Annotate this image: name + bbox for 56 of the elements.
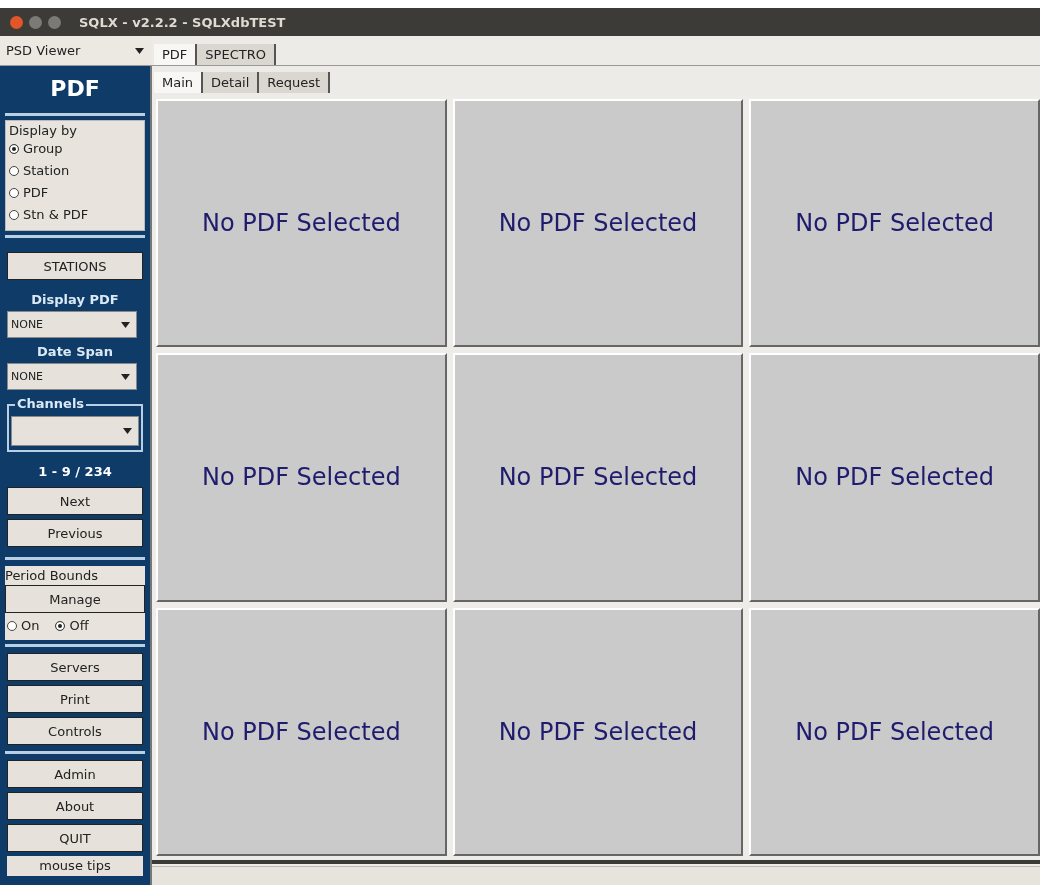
radio-button[interactable]: Off [55, 615, 89, 637]
tab[interactable]: SPECTRO [197, 44, 276, 65]
radio-button[interactable]: Stn & PDF [9, 204, 89, 226]
sidebar-heading: PDF [49, 75, 101, 103]
radio-indicator-icon[interactable] [9, 144, 19, 154]
dropdown[interactable]: NONE [7, 363, 137, 390]
plot-panel: No PDF Selected [749, 607, 1040, 856]
field-label: Display PDF [30, 291, 120, 309]
dropdown[interactable]: NONE [7, 311, 137, 338]
nav-button[interactable]: Previous [7, 519, 143, 547]
sidebar-button[interactable]: Print [7, 685, 143, 713]
minimize-icon[interactable] [29, 15, 42, 29]
tab[interactable]: Request [259, 72, 331, 93]
plot-panel: No PDF Selected [452, 353, 744, 602]
caret-icon [121, 373, 130, 380]
radio-button[interactable]: On [7, 615, 40, 637]
radio-button[interactable]: Group [9, 138, 63, 160]
radio-button[interactable]: PDF [9, 182, 49, 204]
page-range: 1 - 9 / 234 [37, 463, 113, 481]
plot-panel: No PDF Selected [452, 99, 744, 348]
sidebar-button[interactable]: QUIT [7, 824, 143, 852]
sidebar-button[interactable]: Admin [7, 760, 143, 788]
tab[interactable]: Detail [203, 72, 260, 93]
nav-button[interactable]: Next [7, 487, 143, 515]
caret-icon [135, 47, 144, 54]
plot-panel: No PDF Selected [452, 607, 744, 856]
sidebar-button[interactable]: Servers [7, 653, 143, 681]
group-title: Channels [15, 396, 87, 411]
plot-panel: No PDF Selected [156, 607, 447, 856]
radio-indicator-icon[interactable] [9, 210, 19, 220]
manage-button[interactable]: Manage [5, 585, 145, 613]
group-title: Display by [9, 123, 78, 138]
plot-panel: No PDF Selected [749, 99, 1040, 348]
maximize-icon[interactable] [48, 15, 61, 29]
radio-indicator-icon[interactable] [7, 621, 17, 631]
sidebar-button[interactable]: About [7, 792, 143, 820]
caret-icon [121, 321, 130, 328]
dropdown[interactable] [11, 416, 139, 446]
plot-panel: No PDF Selected [156, 99, 447, 348]
radio-indicator-icon[interactable] [55, 621, 66, 631]
viewer-dropdown[interactable]: PSD Viewer [0, 36, 152, 66]
field-label: Date Span [36, 343, 114, 361]
radio-indicator-icon[interactable] [9, 166, 19, 176]
window-title: SQLX - v2.2.2 - SQLXdbTEST [79, 14, 286, 30]
tab[interactable]: Main [154, 72, 204, 93]
plot-panel: No PDF Selected [156, 353, 447, 602]
caret-icon [123, 428, 132, 434]
plot-panel: No PDF Selected [749, 353, 1040, 602]
close-icon[interactable] [10, 15, 23, 29]
radio-indicator-icon[interactable] [9, 188, 19, 198]
sidebar-button[interactable]: Controls [7, 717, 143, 745]
stations-button[interactable]: STATIONS [7, 252, 143, 280]
radio-button[interactable]: Station [9, 160, 70, 182]
mouse-tips-label: mouse tips [7, 856, 143, 876]
group-title: Period Bounds [5, 568, 100, 583]
tab[interactable]: PDF [154, 44, 198, 65]
